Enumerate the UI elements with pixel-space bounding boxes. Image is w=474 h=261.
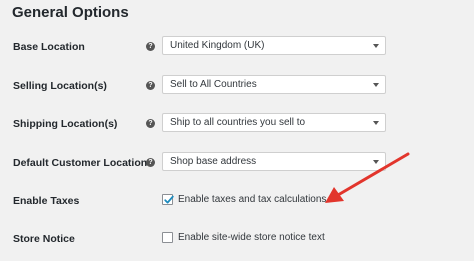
help-tip-icon[interactable]: ?: [146, 119, 155, 128]
row-shipping-locations: Shipping Location(s) ? Ship to all count…: [0, 110, 474, 138]
row-selling-locations: Selling Location(s) ? Sell to All Countr…: [0, 72, 474, 100]
arrow-icon: [325, 152, 410, 203]
selling-locations-label: Selling Location(s): [13, 80, 107, 92]
store-notice-checkbox[interactable]: [162, 232, 173, 243]
store-notice-label: Store Notice: [13, 233, 75, 245]
row-base-location: Base Location ? United Kingdom (UK): [0, 33, 474, 61]
selling-locations-value: Sell to All Countries: [170, 79, 257, 90]
help-tip-icon[interactable]: ?: [146, 158, 155, 167]
row-store-notice: Store Notice Enable site-wide store noti…: [0, 225, 474, 253]
enable-taxes-checkbox[interactable]: [162, 194, 174, 205]
chevron-down-icon: [373, 121, 379, 125]
base-location-select[interactable]: United Kingdom (UK): [162, 36, 386, 55]
shipping-locations-label: Shipping Location(s): [13, 118, 118, 130]
store-notice-checkbox-label[interactable]: Enable site-wide store notice text: [178, 231, 325, 245]
default-customer-location-label: Default Customer Location: [13, 157, 148, 169]
base-location-value: United Kingdom (UK): [170, 40, 265, 51]
section-title: General Options: [12, 4, 129, 21]
shipping-locations-select[interactable]: Ship to all countries you sell to: [162, 113, 386, 132]
enable-taxes-checkbox-label[interactable]: Enable taxes and tax calculations: [178, 193, 326, 207]
base-location-label: Base Location: [13, 41, 85, 53]
help-tip-icon[interactable]: ?: [146, 42, 155, 51]
chevron-down-icon: [373, 44, 379, 48]
checkmark-icon: [164, 195, 174, 204]
shipping-locations-value: Ship to all countries you sell to: [170, 117, 306, 128]
enable-taxes-label: Enable Taxes: [13, 195, 80, 207]
help-tip-icon[interactable]: ?: [146, 81, 155, 90]
selling-locations-select[interactable]: Sell to All Countries: [162, 75, 386, 94]
chevron-down-icon: [373, 83, 379, 87]
default-customer-location-value: Shop base address: [170, 156, 257, 167]
